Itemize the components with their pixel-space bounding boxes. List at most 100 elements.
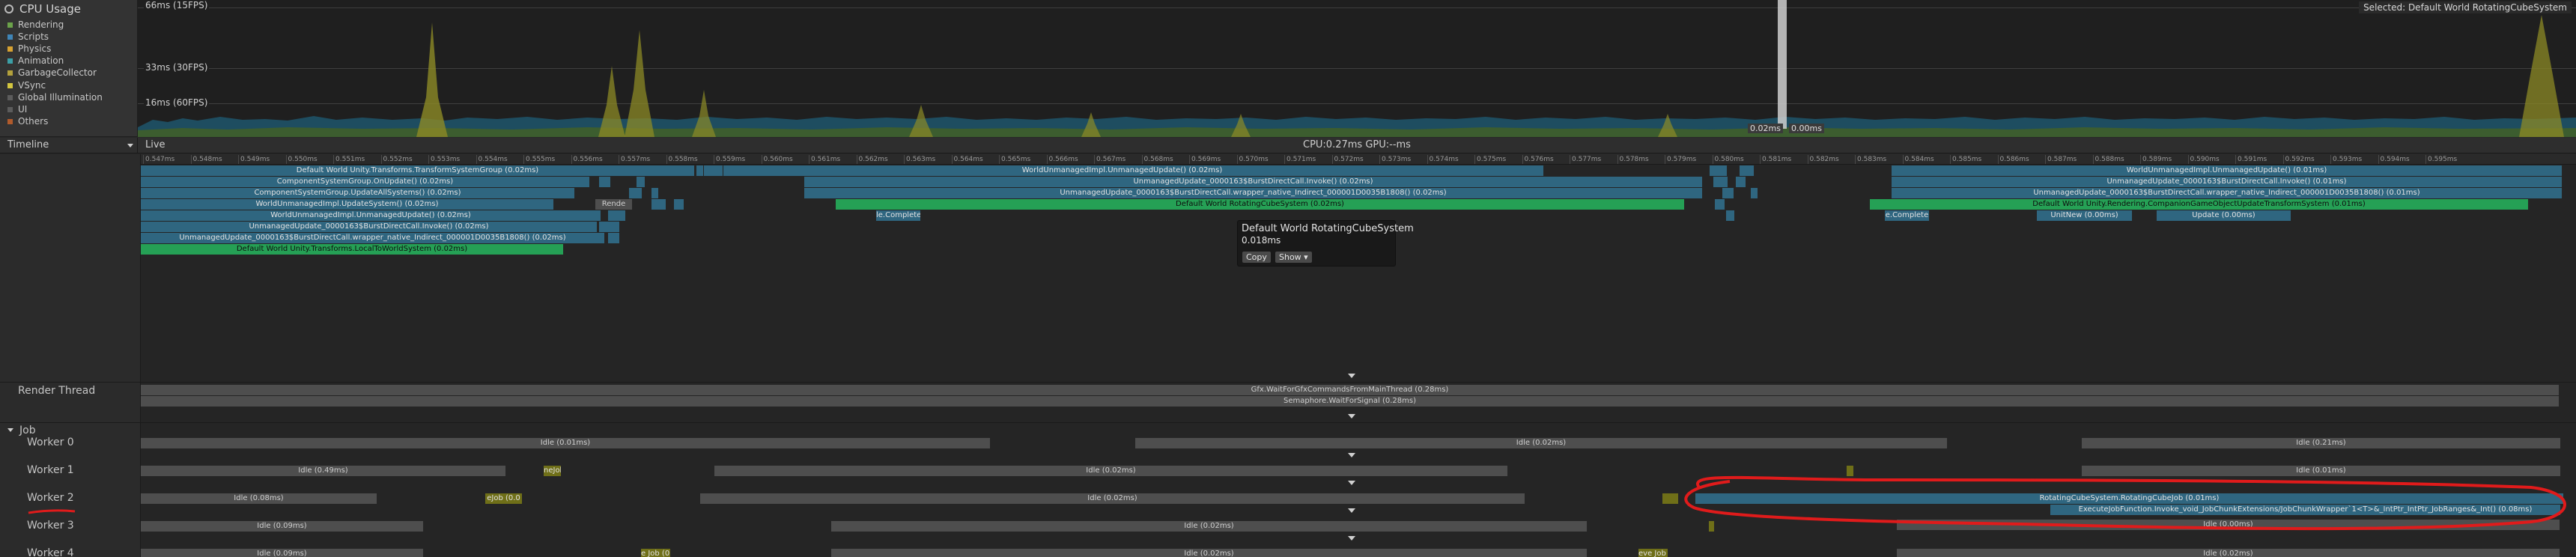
worker-sample[interactable]: eJob (0.0 — [485, 493, 523, 504]
worker-sample[interactable] — [1847, 466, 1854, 476]
main-thread-sample[interactable]: Default World Unity.Rendering.CompanionG… — [1870, 199, 2529, 210]
render-bar-wait-gfx[interactable]: Gfx.WaitForGfxCommandsFromMainThread (0.… — [141, 385, 2560, 395]
main-thread-sample[interactable]: WorldUnmanagedImpl.UnmanagedUpdate() (0.… — [701, 165, 1544, 176]
tick-mark — [2282, 155, 2284, 164]
legend-color-swatch — [7, 34, 13, 40]
main-thread-sample[interactable]: Default World RotatingCubeSystem (0.02ms… — [836, 199, 1685, 210]
worker-sample[interactable]: Idle (0.00ms) — [1897, 520, 2560, 530]
main-thread-sample[interactable] — [599, 222, 620, 232]
render-thread-label[interactable]: Render Thread — [18, 385, 95, 397]
worker-sample[interactable]: Idle (0.02ms) — [714, 466, 1508, 476]
worker-sample[interactable]: ExecuteJobFunction.Invoke_void_JobChunkE… — [2050, 505, 2561, 515]
tick-label: 0.551ms — [335, 156, 365, 163]
worker-sample[interactable]: eve Job (0.0 — [1638, 549, 1668, 557]
main-thread-sample[interactable] — [1736, 177, 1746, 187]
worker-sample[interactable]: RotatingCubeSystem.RotatingCubeJob (0.01… — [1695, 493, 2564, 504]
worker-sample[interactable] — [1662, 493, 1679, 504]
cpu-usage-chart[interactable]: 66ms (15FPS) 33ms (30FPS) 16ms (60FPS) S… — [138, 0, 2576, 137]
worker-label[interactable]: Worker 3 — [27, 520, 74, 532]
main-thread-sample[interactable]: Update (0.00ms) — [2157, 210, 2291, 221]
worker-sample[interactable]: Idle (0.01ms) — [141, 438, 991, 448]
tick-label: 0.558ms — [668, 156, 698, 163]
show-dropdown[interactable]: Show ▾ — [1275, 252, 1312, 263]
main-thread-expand-icon[interactable] — [1348, 374, 1355, 378]
worker-label[interactable]: Worker 4 — [27, 547, 74, 557]
main-thread-sample[interactable] — [608, 233, 620, 243]
main-thread-sample[interactable] — [637, 177, 645, 187]
tick-mark — [2092, 155, 2094, 164]
worker-label[interactable]: Worker 2 — [27, 492, 74, 504]
main-thread-sample[interactable] — [696, 165, 704, 176]
main-thread-sample[interactable]: e.Complete — [1885, 210, 1930, 221]
copy-button[interactable]: Copy — [1242, 252, 1271, 263]
main-thread-sample[interactable]: UnitNew (0.00ms) — [2037, 210, 2133, 221]
job-group-label[interactable]: Job — [19, 424, 36, 436]
main-thread-sample[interactable]: ComponentSystemGroup.UpdateAllSystems() … — [141, 188, 575, 198]
tick-label: 0.577ms — [1572, 156, 1602, 163]
main-thread-sample[interactable] — [1726, 210, 1735, 221]
main-thread-sample[interactable] — [1713, 177, 1728, 187]
worker-expand-icon[interactable] — [1348, 453, 1355, 457]
worker-expand-icon[interactable] — [1348, 508, 1355, 513]
main-thread-sample[interactable]: Default World Unity.Transforms.LocalToWo… — [141, 244, 564, 255]
worker-sample[interactable]: Idle (0.01ms) — [2082, 466, 2561, 476]
worker-sample[interactable]: Idle (0.02ms) — [1897, 549, 2560, 557]
worker-sample[interactable]: Idle (0.08ms) — [141, 493, 377, 504]
tick-mark — [333, 155, 334, 164]
worker-label[interactable]: Worker 1 — [27, 464, 74, 476]
worker-sample[interactable]: Idle (0.02ms) — [1135, 438, 1948, 448]
job-group-chevron-icon[interactable] — [7, 428, 13, 432]
main-thread-sample[interactable]: UnmanagedUpdate_0000163$BurstDirectCall.… — [1892, 188, 2563, 198]
worker-sample[interactable]: Idle (0.02ms) — [831, 549, 1588, 557]
worker-sample[interactable]: e Job (0.0 — [641, 549, 671, 557]
main-thread-sample[interactable] — [713, 165, 723, 176]
main-thread-sample[interactable]: UnmanagedUpdate_0000163$BurstDirectCall.… — [141, 222, 598, 232]
main-thread-sample[interactable] — [651, 199, 666, 210]
main-thread-sample[interactable] — [599, 177, 611, 187]
main-thread-sample[interactable] — [674, 199, 684, 210]
frame-selection-marker[interactable] — [1778, 0, 1787, 129]
tick-mark — [1617, 155, 1618, 164]
main-thread-sample[interactable] — [651, 188, 659, 198]
main-thread-sample[interactable]: UnmanagedUpdate_0000163$BurstDirectCall.… — [1892, 177, 2563, 187]
main-thread-sample[interactable] — [1751, 188, 1758, 198]
main-thread-sample[interactable]: Rende — [595, 199, 633, 210]
worker-expand-icon[interactable] — [1348, 536, 1355, 541]
render-thread-expand-icon[interactable] — [1348, 414, 1355, 418]
tick-label: 0.560ms — [763, 156, 793, 163]
tick-label: 0.582ms — [1809, 156, 1839, 163]
main-thread-sample[interactable] — [608, 210, 626, 221]
main-thread-sample[interactable]: UnmanagedUpdate_0000163$BurstDirectCall.… — [804, 177, 1703, 187]
chevron-down-icon — [127, 144, 133, 147]
legend-label: Scripts — [18, 31, 49, 43]
main-thread-sample[interactable]: le.Complete — [876, 210, 921, 221]
worker-sample[interactable]: Idle (0.09ms) — [141, 549, 424, 557]
main-thread-sample[interactable]: ComponentSystemGroup.OnUpdate() (0.02ms) — [141, 177, 590, 187]
view-mode-dropdown[interactable]: Timeline — [0, 138, 138, 153]
main-thread-sample[interactable]: WorldUnmanagedImpl.UpdateSystem() (0.02m… — [141, 199, 554, 210]
tick-mark — [2330, 155, 2331, 164]
worker-sample[interactable]: Idle (0.02ms) — [700, 493, 1525, 504]
worker-sample[interactable] — [1709, 521, 1715, 532]
main-thread-sample[interactable]: UnmanagedUpdate_0000163$BurstDirectCall.… — [804, 188, 1703, 198]
worker-sample[interactable]: neJob (0. — [544, 466, 562, 476]
worker-sample[interactable]: Idle (0.49ms) — [141, 466, 506, 476]
tick-label: 0.573ms — [1382, 156, 1412, 163]
legend-label: Rendering — [18, 19, 64, 30]
usage-graph — [138, 15, 2576, 137]
main-thread-sample[interactable] — [629, 188, 643, 198]
render-bar-semaphore[interactable]: Semaphore.WaitForSignal (0.28ms) — [141, 396, 2560, 407]
worker-sample[interactable]: Idle (0.09ms) — [141, 521, 424, 532]
main-thread-sample[interactable]: Default World Unity.Transforms.Transform… — [141, 165, 695, 176]
main-thread-sample[interactable]: UnmanagedUpdate_0000163$BurstDirectCall.… — [141, 233, 605, 243]
main-thread-sample[interactable] — [1715, 199, 1725, 210]
main-thread-sample[interactable] — [1740, 165, 1755, 176]
main-thread-sample[interactable]: WorldUnmanagedImpl.UnmanagedUpdate() (0.… — [1892, 165, 2563, 176]
main-thread-sample[interactable] — [1722, 188, 1734, 198]
worker-sample[interactable]: Idle (0.02ms) — [831, 521, 1588, 532]
worker-expand-icon[interactable] — [1348, 481, 1355, 485]
main-thread-sample[interactable]: WorldUnmanagedImpl.UnmanagedUpdate() (0.… — [141, 210, 601, 221]
worker-sample[interactable]: Idle (0.21ms) — [2082, 438, 2561, 448]
worker-label[interactable]: Worker 0 — [27, 436, 74, 448]
main-thread-sample[interactable] — [1710, 165, 1728, 176]
